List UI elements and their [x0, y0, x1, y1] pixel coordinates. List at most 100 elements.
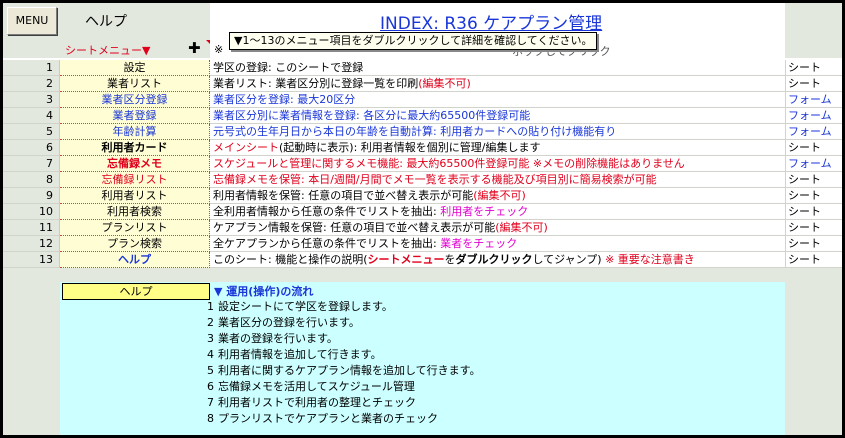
description-segment: してジャンプ) — [532, 253, 606, 266]
description-segment: 利用者をチェック — [440, 205, 529, 218]
menu-type: フォーム — [785, 108, 842, 124]
step-number: 8 — [207, 412, 214, 425]
description-segment: 全ケアプランから任意の条件でリストを抽出: — [213, 237, 441, 250]
empty-row — [3, 268, 842, 283]
sheet-menu-label[interactable]: シートメニュー▼ — [65, 42, 150, 58]
description-segment: (編集不可) — [473, 189, 526, 202]
menu-type: シート — [785, 188, 842, 204]
menu-description: 業者区分別に業者情報を登録: 各区分に最大約65500件登録可能 — [210, 108, 785, 124]
row-number: 9 — [3, 188, 60, 204]
menu-item[interactable]: 業者リスト — [60, 76, 210, 92]
menu-item[interactable]: 利用者リスト — [60, 188, 210, 204]
step-text: 利用者に関するケアプラン情報を追加して行きます。 — [218, 364, 481, 377]
help-cell[interactable]: ヘルプ — [62, 283, 210, 300]
step-item: 2 業者区分の登録を行います。 — [200, 315, 360, 331]
menu-description: 忘備録メモを保管: 本日/週間/月間でメモ一覧を表示する機能及び項目別に簡易検索… — [210, 172, 785, 188]
menu-description: 学区の登録: このシートで登録 — [210, 60, 785, 76]
menu-description: このシート: 機能と操作の説明(シートメニューをダブルクリックしてジャンプ) ※… — [210, 252, 785, 268]
step-item: 8 プランリストでケアプランと業者のチェック — [200, 411, 438, 427]
description-segment: 業者をチェック — [440, 237, 518, 250]
row-number: 11 — [3, 220, 60, 236]
description-segment: (編集不可) — [495, 221, 548, 234]
step-number: 1 — [207, 300, 214, 313]
step-item: 6 忘備録メモを活用してスケジュール管理 — [200, 379, 415, 395]
step-number: 4 — [207, 348, 214, 361]
description-segment: ※ 重要な注意書き — [605, 253, 695, 266]
row-number: 3 — [3, 92, 60, 108]
menu-type: シート — [785, 60, 842, 76]
menu-row: 5 年齢計算 元号式の生年月日から本日の年齢を自動計算: 利用者カードへの貼り付け機… — [3, 124, 842, 140]
step-text: 利用者情報を追加して行きます。 — [218, 348, 382, 361]
menu-item[interactable]: プランリスト — [60, 220, 210, 236]
menu-row: 8 忘備録リスト 忘備録メモを保管: 本日/週間/月間でメモ一覧を表示する機能及び項… — [3, 172, 842, 188]
step-item: 7 利用者リストで利用者の整理とチェック — [200, 395, 416, 411]
row-number: 12 — [3, 236, 60, 252]
step-item: 3 業者の登録を行います。 — [200, 331, 338, 347]
description-segment: 業者リスト: 業者区分別に登録一覧を印刷 — [213, 77, 419, 90]
description-segment: ダブルクリック — [455, 253, 533, 266]
description-segment: 忘備録メモを保管: 本日/週間/月間でメモ一覧を表示する機能及び項目別に簡易検索… — [213, 173, 657, 186]
menu-type: フォーム — [785, 156, 842, 172]
description-segment: ケアプラン情報を保管: 任意の項目で並べ替え表示が可能 — [213, 221, 496, 234]
menu-type: シート — [785, 140, 842, 156]
step-number: 3 — [207, 332, 214, 345]
step-text: 設定シートにて学区を登録します。 — [218, 300, 393, 313]
description-segment: メインシート — [213, 141, 279, 154]
menu-button[interactable]: MENU — [7, 7, 57, 35]
menu-description: 全ケアプランから任意の条件でリストを抽出: 業者をチェック — [210, 236, 785, 252]
menu-description: メインシート(起動時に表示): 利用者情報を個別に管理/編集します — [210, 140, 785, 156]
menu-item[interactable]: 設定 — [60, 60, 210, 76]
menu-type: フォーム — [785, 124, 842, 140]
description-segment: 全利用者情報から任意の条件でリストを抽出: — [213, 205, 441, 218]
step-text: 業者の登録を行います。 — [218, 332, 338, 345]
menu-item[interactable]: プラン検索 — [60, 236, 210, 252]
description-segment: このシート: 機能と操作の説明( — [213, 253, 368, 266]
menu-item[interactable]: 業者区分登録 — [60, 92, 210, 108]
menu-description: 業者区分を登録: 最大20区分 — [210, 92, 785, 108]
help-label: ヘルプ — [85, 14, 127, 30]
row-number: 8 — [3, 172, 60, 188]
step-number: 7 — [207, 396, 214, 409]
menu-description: ケアプラン情報を保管: 任意の項目で並べ替え表示が可能(編集不可) — [210, 220, 785, 236]
menu-type: シート — [785, 236, 842, 252]
menu-item[interactable]: 利用者カード — [60, 140, 210, 156]
step-text: 忘備録メモを活用してスケジュール管理 — [218, 380, 415, 393]
menu-description: 元号式の生年月日から本日の年齢を自動計算: 利用者カードへの貼り付け機能有り — [210, 124, 785, 140]
menu-description: 全利用者情報から任意の条件でリストを抽出: 利用者をチェック — [210, 204, 785, 220]
description-segment: 学区の登録: このシートで登録 — [213, 61, 364, 74]
description-segment: (編集不可) — [418, 77, 471, 90]
menu-description: 利用者情報を保管: 任意の項目で並べ替え表示が可能(編集不可) — [210, 188, 785, 204]
step-number: 6 — [207, 380, 214, 393]
menu-type: シート — [785, 204, 842, 220]
help-body: ヘルプ ▼ 運用(操作)の流れ 1 設定シートにて学区を登録します。 2 業者区分の登… — [60, 282, 785, 435]
menu-description: 業者リスト: 業者区分別に登録一覧を印刷(編集不可) — [210, 76, 785, 92]
menu-item[interactable]: 利用者検索 — [60, 204, 210, 220]
menu-row: 9 利用者リスト 利用者情報を保管: 任意の項目で並べ替え表示が可能(編集不可) シー… — [3, 188, 842, 204]
menu-row: 6 利用者カード メインシート(起動時に表示): 利用者情報を個別に管理/編集します… — [3, 140, 842, 156]
menu-item[interactable]: 年齢計算 — [60, 124, 210, 140]
row-number: 13 — [3, 252, 60, 268]
help-section: ヘルプ ▼ 運用(操作)の流れ 1 設定シートにて学区を登録します。 2 業者区分の登… — [3, 282, 842, 435]
step-text: 利用者リストで利用者の整理とチェック — [218, 396, 416, 409]
menu-item[interactable]: ヘルプ — [60, 252, 210, 268]
menu-type: シート — [785, 172, 842, 188]
menu-description: スケジュールと管理に関するメモ機能: 最大約65500件登録可能 ※メモの削除機… — [210, 156, 785, 172]
menu-type: シート — [785, 76, 842, 92]
menu-item[interactable]: 忘備録メモ — [60, 156, 210, 172]
menu-row: 11 プランリスト ケアプラン情報を保管: 任意の項目で並べ替え表示が可能(編集不可… — [3, 220, 842, 236]
menu-row: 10 利用者検索 全利用者情報から任意の条件でリストを抽出: 利用者をチェック シート — [3, 204, 842, 220]
menu-row: 1 設定 学区の登録: このシートで登録 シート — [3, 60, 842, 76]
note-prefix: ※ — [214, 43, 224, 56]
page-title: INDEX: R36 ケアプラン管理 — [380, 14, 603, 34]
spreadsheet-window: MENU ヘルプ INDEX: R36 ケアプラン管理 シートメニュー▼ ✚ ※… — [3, 3, 842, 435]
menu-item[interactable]: 業者登録 — [60, 108, 210, 124]
menu-item[interactable]: 忘備録リスト — [60, 172, 210, 188]
sheet-menu-row: シートメニュー▼ ✚ ※ ホックしてクリック ▼1〜13のメニュー項目をダブルク… — [3, 32, 842, 58]
description-segment: 利用者情報を保管: 任意の項目で並べ替え表示が可能 — [213, 189, 474, 202]
description-segment: 元号式の生年月日から本日の年齢を自動計算: 利用者カードへの貼り付け機能有り — [213, 125, 617, 138]
cross-cursor-icon: ✚ — [188, 39, 201, 57]
menu-row: 13 ヘルプ このシート: 機能と操作の説明(シートメニューをダブルクリックしてジャ… — [3, 252, 842, 268]
step-text: 業者区分の登録を行います。 — [218, 316, 360, 329]
description-segment: 業者区分別に業者情報を登録: 各区分に最大約65500件登録可能 — [213, 109, 531, 122]
header-col-d — [785, 3, 842, 40]
